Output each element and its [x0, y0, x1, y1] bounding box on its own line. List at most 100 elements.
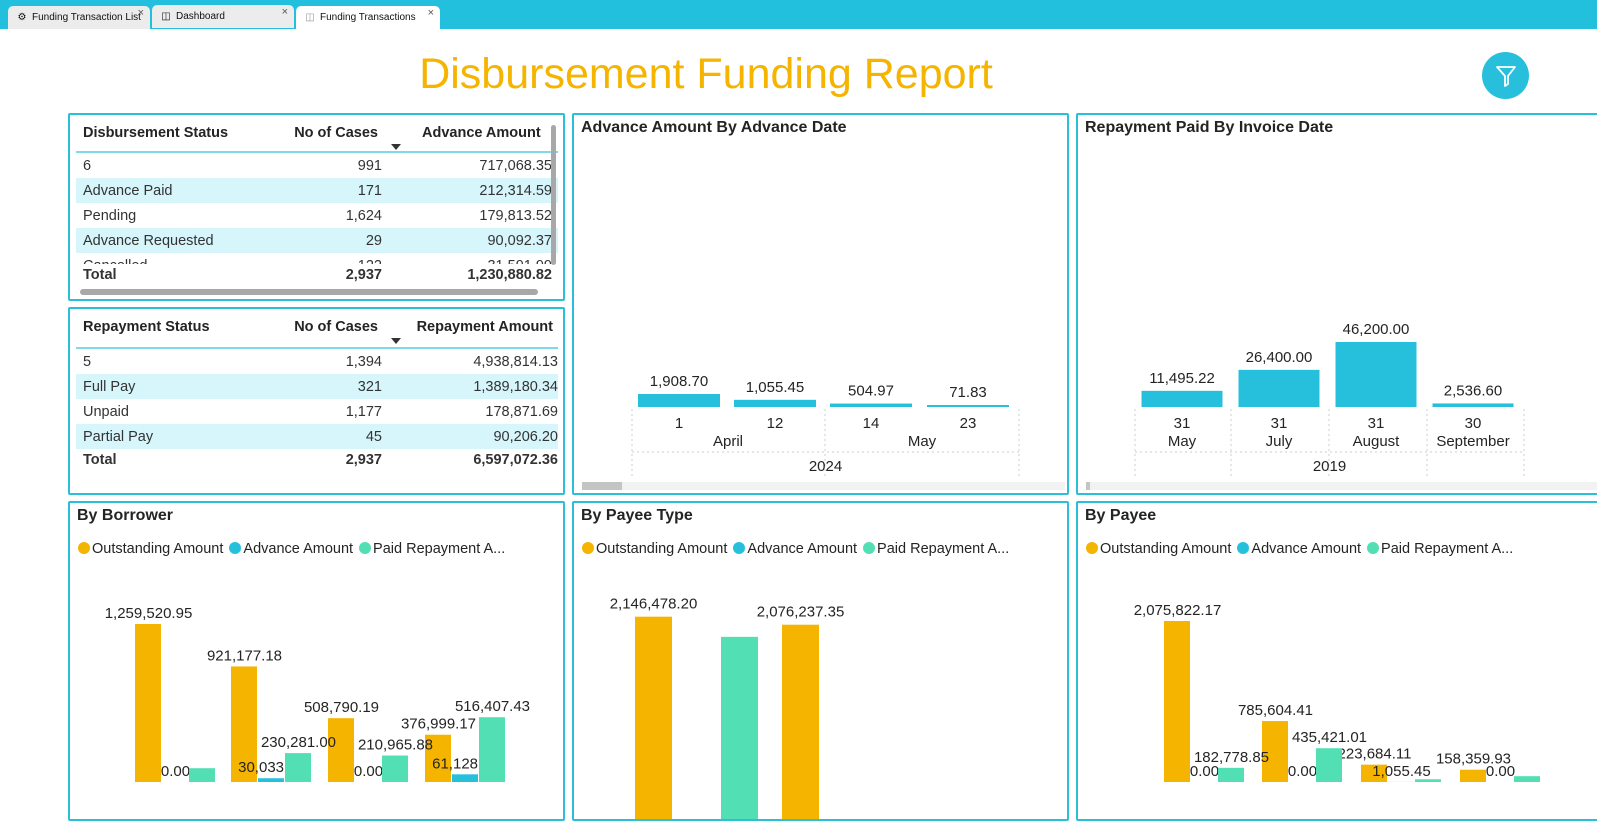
- bar: [285, 753, 311, 782]
- data-label: 2,146,478.20: [610, 596, 698, 613]
- axis-month-label: August: [1353, 433, 1401, 450]
- data-label: 223,684.11: [1338, 746, 1412, 763]
- close-icon[interactable]: ×: [428, 7, 434, 19]
- tab-label: Dashboard: [176, 11, 225, 22]
- bar: [927, 405, 1009, 407]
- horizontal-scrollbar[interactable]: [1086, 482, 1597, 490]
- repayment-paid-chart: Repayment Paid By Invoice Date 11,495.22…: [1076, 113, 1597, 495]
- people-icon: ⚙: [16, 12, 28, 24]
- bar: [382, 756, 408, 782]
- bar: [638, 394, 720, 407]
- axis-month-label: April: [713, 433, 743, 450]
- axis-year-label: 2019: [1313, 458, 1346, 475]
- bar: [1514, 776, 1540, 782]
- table-body: 51,3944,938,814.13Full Pay3211,389,180.3…: [70, 349, 560, 449]
- disbursement-status-table: Disbursement Status No of Cases Advance …: [68, 113, 565, 301]
- axis-day-label: 30: [1465, 415, 1482, 432]
- cases-cell: 321: [358, 379, 382, 395]
- amount-cell: 1,389,180.34: [473, 379, 558, 395]
- status-cell: Unpaid: [83, 404, 129, 420]
- tab-funding-transaction-list[interactable]: ⚙Funding Transaction List ×: [8, 6, 150, 29]
- table-row[interactable]: Advance Paid171212,314.59: [76, 178, 558, 203]
- table-row[interactable]: 6 991 717,068.35: [76, 153, 558, 178]
- bar: [1142, 391, 1223, 407]
- data-label: 921,177.18: [207, 647, 282, 664]
- tab-funding-transactions[interactable]: ◫ Funding Transactions ×: [296, 6, 440, 29]
- axis-month-label: July: [1266, 433, 1293, 450]
- table-row[interactable]: Unpaid1,177178,871.69: [76, 399, 558, 424]
- table-row[interactable]: Partial Pay4590,206.20: [76, 424, 558, 449]
- data-label: 516,407.43: [455, 698, 530, 715]
- status-cell: 6: [83, 158, 91, 174]
- column-header[interactable]: No of Cases: [294, 125, 378, 141]
- tab-label: Funding Transactions: [320, 12, 416, 23]
- cases-cell: 1,177: [346, 404, 382, 420]
- bar: [635, 617, 672, 821]
- data-label: 1,055.45: [1372, 763, 1430, 780]
- total-amount: 6,597,072.36: [473, 452, 558, 468]
- funnel-icon: [1495, 64, 1517, 88]
- data-label: 11,495.22: [1149, 370, 1215, 387]
- amount-cell: 90,092.37: [487, 233, 552, 249]
- column-header[interactable]: Repayment Amount: [417, 319, 553, 335]
- report-icon: ◫: [304, 12, 316, 24]
- cases-cell: 991: [358, 158, 382, 174]
- close-icon[interactable]: ×: [282, 6, 288, 18]
- table-row[interactable]: Full Pay3211,389,180.34: [76, 374, 558, 399]
- cases-cell: 29: [366, 233, 382, 249]
- column-header[interactable]: Advance Amount: [422, 125, 552, 141]
- table-row[interactable]: Pending1,624179,813.52: [76, 203, 558, 228]
- bar: [258, 778, 284, 782]
- total-cases: 2,937: [346, 267, 382, 283]
- horizontal-scrollbar[interactable]: [80, 289, 538, 295]
- data-label: 785,604.41: [1238, 702, 1313, 719]
- table-row[interactable]: Advance Requested 29 90,092.37: [76, 228, 558, 253]
- cases-cell: 1,624: [346, 208, 382, 224]
- status-cell: 5: [83, 354, 91, 370]
- data-label: 182,778.85: [1194, 749, 1269, 766]
- scrollbar-thumb[interactable]: [1086, 482, 1090, 490]
- status-cell: Advance Paid: [83, 183, 172, 199]
- scrollbar-thumb[interactable]: [582, 482, 622, 490]
- axis-month-label: September: [1436, 433, 1509, 450]
- cases-cell: 1,394: [346, 354, 382, 370]
- data-label: 2,536.60: [1444, 382, 1502, 399]
- total-label: Total: [83, 267, 117, 283]
- data-label: 504.97: [848, 383, 894, 400]
- repayment-status-table: Repayment Status No of Cases Repayment A…: [68, 307, 565, 495]
- total-row: Total 2,937 1,230,880.82: [76, 262, 558, 287]
- sort-desc-icon[interactable]: [391, 338, 401, 344]
- by-payee-chart: By Payee Outstanding Amount Advance Amou…: [1076, 501, 1597, 821]
- column-header[interactable]: Repayment Status: [83, 319, 210, 335]
- tab-bar: ⚙Funding Transaction List × ◫Dashboard ×…: [0, 0, 1597, 29]
- bar: [1415, 779, 1441, 782]
- data-label: 0.00: [1486, 763, 1515, 780]
- filter-button[interactable]: [1482, 52, 1529, 99]
- amount-cell: 717,068.35: [479, 158, 552, 174]
- bar: [1433, 403, 1514, 407]
- advance-amount-chart: Advance Amount By Advance Date 1,908.701…: [572, 113, 1069, 495]
- data-label: 26,400.00: [1246, 349, 1313, 366]
- bar: [830, 404, 912, 407]
- amount-cell: 4,938,814.13: [473, 354, 558, 370]
- data-label: 2,076,237.35: [757, 604, 845, 621]
- bar: [782, 625, 819, 821]
- bar: [135, 624, 161, 782]
- total-label: Total: [83, 452, 117, 468]
- axis-day-label: 31: [1271, 415, 1288, 432]
- tab-dashboard[interactable]: ◫Dashboard ×: [152, 5, 294, 28]
- horizontal-scrollbar[interactable]: [582, 482, 1065, 490]
- sort-desc-icon[interactable]: [391, 144, 401, 150]
- bar: [721, 637, 758, 821]
- table-row[interactable]: 5 1,394 4,938,814.13: [76, 349, 558, 374]
- payee-chart-canvas: 2,075,822.17785,604.41223,684.11158,359.…: [1078, 503, 1597, 821]
- column-header[interactable]: Disbursement Status: [83, 125, 228, 141]
- column-header[interactable]: No of Cases: [294, 319, 378, 335]
- bar: [189, 768, 215, 782]
- advance-chart-canvas: 1,908.7011,055.4512504.971471.83232024Ap…: [574, 115, 1069, 495]
- status-cell: Advance Requested: [83, 233, 214, 249]
- vertical-scrollbar[interactable]: [551, 125, 556, 265]
- page-title: Disbursement Funding Report: [0, 50, 1412, 99]
- close-icon[interactable]: ×: [138, 7, 144, 19]
- bar: [479, 717, 505, 782]
